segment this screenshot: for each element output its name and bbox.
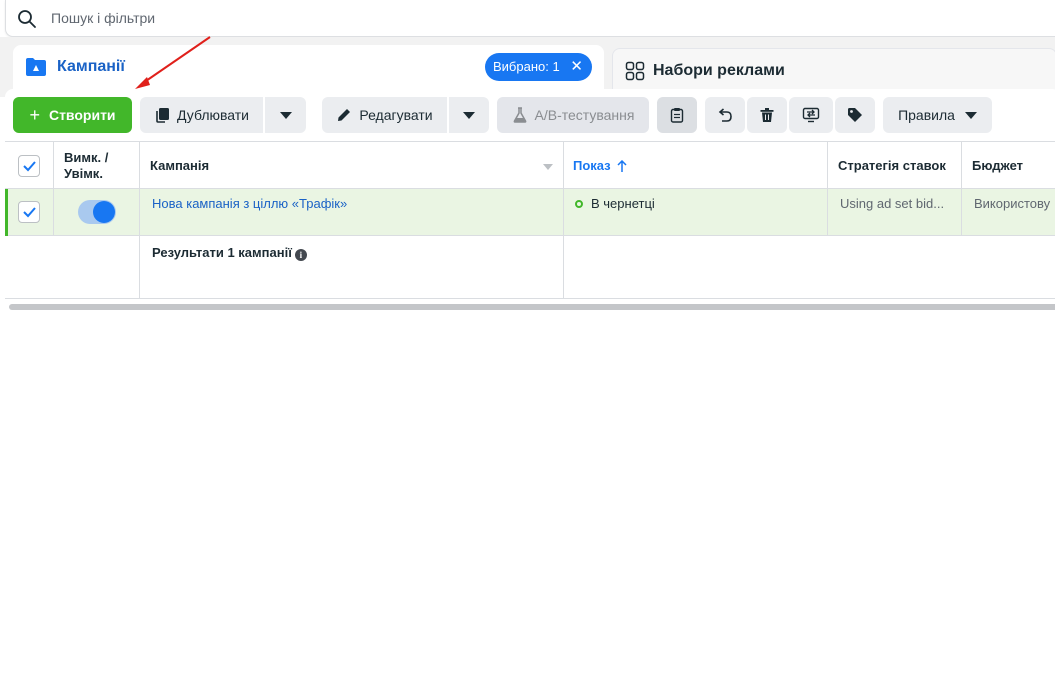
ab-test-button-label: A/B-тестування — [534, 107, 635, 123]
table-bottom-divider — [5, 298, 1055, 299]
column-divider — [53, 189, 54, 236]
grid-icon — [625, 61, 645, 81]
column-divider — [139, 189, 140, 236]
chevron-down-icon — [964, 111, 977, 119]
header-budget[interactable]: Бюджет — [962, 141, 1055, 189]
compare-button[interactable] — [789, 97, 833, 133]
plus-icon: + — [29, 104, 40, 125]
arrow-up-icon — [617, 160, 627, 172]
search-input[interactable] — [51, 8, 551, 28]
column-divider — [139, 236, 140, 298]
budget-value: Використову — [974, 196, 1051, 211]
column-divider — [827, 189, 828, 236]
edit-button[interactable]: Редагувати — [322, 97, 447, 133]
status-dot-icon — [575, 200, 583, 208]
clipboard-button[interactable] — [657, 97, 697, 133]
compare-icon — [802, 107, 820, 123]
duplicate-icon — [156, 108, 169, 123]
column-divider — [563, 189, 564, 236]
annotation-arrow-icon — [135, 36, 211, 89]
duplicate-button[interactable]: Дублювати — [140, 97, 263, 133]
rules-button[interactable]: Правила — [883, 97, 992, 133]
select-all-checkbox[interactable] — [18, 155, 40, 177]
bid-strategy-value: Using ad set bid... — [840, 196, 945, 211]
edit-button-label: Редагувати — [359, 107, 433, 123]
header-campaign[interactable]: Кампанія — [140, 141, 564, 189]
tab-ad-sets-label: Набори реклами — [653, 62, 785, 79]
header-on-off-label: Вимк. / Увімк. — [64, 150, 109, 181]
table-row[interactable]: Нова кампанія з ціллю «Трафік» В чернетц… — [5, 189, 1055, 236]
chevron-down-icon — [463, 111, 475, 119]
search-icon — [18, 10, 36, 28]
header-delivery-label: Показ — [573, 158, 611, 173]
header-bid-strategy-label: Стратегія ставок — [838, 158, 946, 173]
column-divider — [563, 236, 564, 298]
row-selected-accent — [5, 189, 8, 236]
campaign-toggle[interactable] — [78, 200, 116, 224]
undo-button[interactable] — [705, 97, 745, 133]
create-button[interactable]: + Створити — [13, 97, 132, 133]
folder-icon — [26, 58, 46, 76]
header-delivery[interactable]: Показ — [564, 141, 828, 189]
toggle-knob — [93, 201, 115, 223]
trash-icon — [760, 108, 774, 122]
horizontal-scrollbar[interactable] — [9, 304, 1055, 310]
checkmark-icon — [23, 207, 36, 218]
undo-icon — [718, 108, 732, 122]
duplicate-dropdown-button[interactable] — [265, 97, 306, 133]
flask-icon — [513, 107, 526, 123]
header-campaign-label: Кампанія — [150, 158, 210, 173]
selected-count-badge[interactable]: Вибрано: 1 ✕ — [485, 53, 592, 81]
edit-dropdown-button[interactable] — [449, 97, 489, 133]
results-summary-label: Результати 1 кампанії — [152, 245, 292, 260]
checkmark-icon — [23, 161, 36, 172]
clipboard-icon — [670, 108, 684, 123]
tag-button[interactable] — [835, 97, 875, 133]
selected-count-label: Вибрано: 1 — [493, 59, 560, 74]
results-summary: Результати 1 кампанії i — [152, 245, 307, 261]
tab-campaigns-label: Кампанії — [57, 58, 125, 75]
tag-icon — [848, 108, 862, 122]
campaigns-table: Вимк. / Увімк. Кампанія Показ Стратегія … — [5, 141, 1055, 301]
campaign-name-link[interactable]: Нова кампанія з ціллю «Трафік» — [152, 196, 347, 211]
sort-caret-icon[interactable] — [543, 164, 553, 170]
header-bid-strategy[interactable]: Стратегія ставок — [828, 141, 962, 189]
delete-button[interactable] — [747, 97, 787, 133]
header-select-all-cell — [5, 141, 54, 189]
pencil-icon — [338, 109, 351, 121]
close-icon[interactable]: ✕ — [570, 53, 584, 81]
header-budget-label: Бюджет — [972, 158, 1023, 173]
rules-button-label: Правила — [898, 107, 955, 123]
ab-test-button[interactable]: A/B-тестування — [497, 97, 649, 133]
duplicate-button-label: Дублювати — [177, 107, 249, 123]
delivery-status: В чернетці — [591, 196, 655, 211]
info-icon[interactable]: i — [294, 249, 307, 261]
chevron-down-icon — [279, 111, 292, 119]
row-checkbox[interactable] — [18, 201, 40, 223]
header-on-off[interactable]: Вимк. / Увімк. — [54, 141, 140, 189]
column-divider — [961, 189, 962, 236]
create-button-label: Створити — [48, 107, 116, 123]
